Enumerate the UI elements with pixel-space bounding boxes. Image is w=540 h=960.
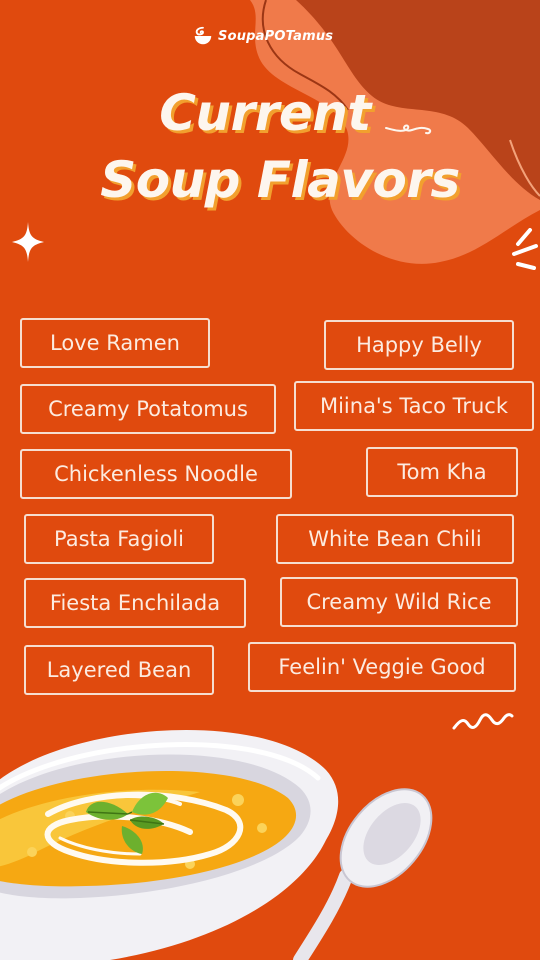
flavor-item: Tom Kha — [366, 447, 518, 497]
flavor-item: Miina's Taco Truck — [294, 381, 534, 431]
flavor-item: Love Ramen — [20, 318, 210, 368]
title-squiggle-icon — [385, 124, 432, 135]
soup-swirl-icon — [194, 26, 212, 45]
soup-bowl-illustration — [0, 730, 433, 960]
page-title-line-2: Soup Flavors — [100, 151, 460, 209]
brand-logo: SoupaPOTamus — [192, 24, 333, 48]
flavor-item: White Bean Chili — [276, 514, 514, 564]
flavor-item: Chickenless Noodle — [20, 449, 292, 499]
flavor-item: Layered Bean — [24, 645, 214, 695]
page-title-line-1: Current — [159, 84, 371, 142]
flavor-item: Pasta Fagioli — [24, 514, 214, 564]
sparkle-icon — [12, 222, 44, 262]
rays-icon — [512, 228, 538, 270]
flavor-item: Creamy Potatomus — [20, 384, 276, 434]
brand-name: SoupaPOTamus — [218, 28, 334, 44]
flavor-item: Happy Belly — [324, 320, 514, 370]
menu-poster: SoupaPOTamus Current Soup Flavors Love R… — [0, 0, 540, 960]
flavor-item: Fiesta Enchilada — [24, 578, 246, 628]
flavor-item: Feelin' Veggie Good — [248, 642, 516, 692]
flavor-item: Creamy Wild Rice — [280, 577, 518, 627]
